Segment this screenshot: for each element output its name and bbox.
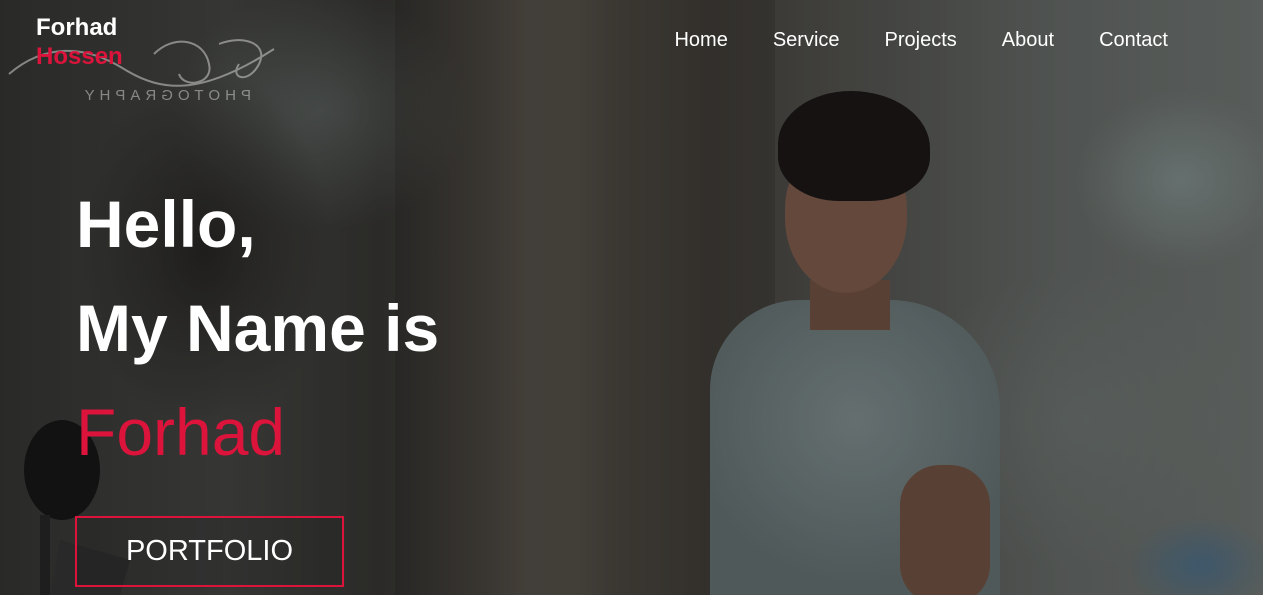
- watermark-text: PHOTOGRAPHY: [80, 87, 251, 104]
- logo-first-name: Forhad: [36, 14, 118, 41]
- logo-last-name: Hossen: [36, 43, 123, 70]
- portfolio-button[interactable]: PORTFOLIO: [75, 516, 344, 587]
- nav-item-service[interactable]: Service: [773, 29, 840, 51]
- nav-item-home[interactable]: Home: [674, 29, 727, 51]
- greeting-line: Hello,: [76, 187, 256, 261]
- nav-item-projects[interactable]: Projects: [885, 29, 957, 51]
- hero-name: Forhad: [76, 395, 286, 469]
- nav-item-contact[interactable]: Contact: [1099, 29, 1168, 51]
- intro-line: My Name is: [76, 291, 440, 365]
- main-navigation: Home Service Projects About Contact: [629, 29, 1168, 51]
- hero-headline: Hello, My Name is Forhad: [76, 172, 439, 484]
- nav-item-about[interactable]: About: [1002, 29, 1054, 51]
- site-logo[interactable]: Forhad Hossen: [36, 13, 123, 71]
- hero-section: PHOTOGRAPHY Forhad Hossen Home Service P…: [0, 0, 1263, 595]
